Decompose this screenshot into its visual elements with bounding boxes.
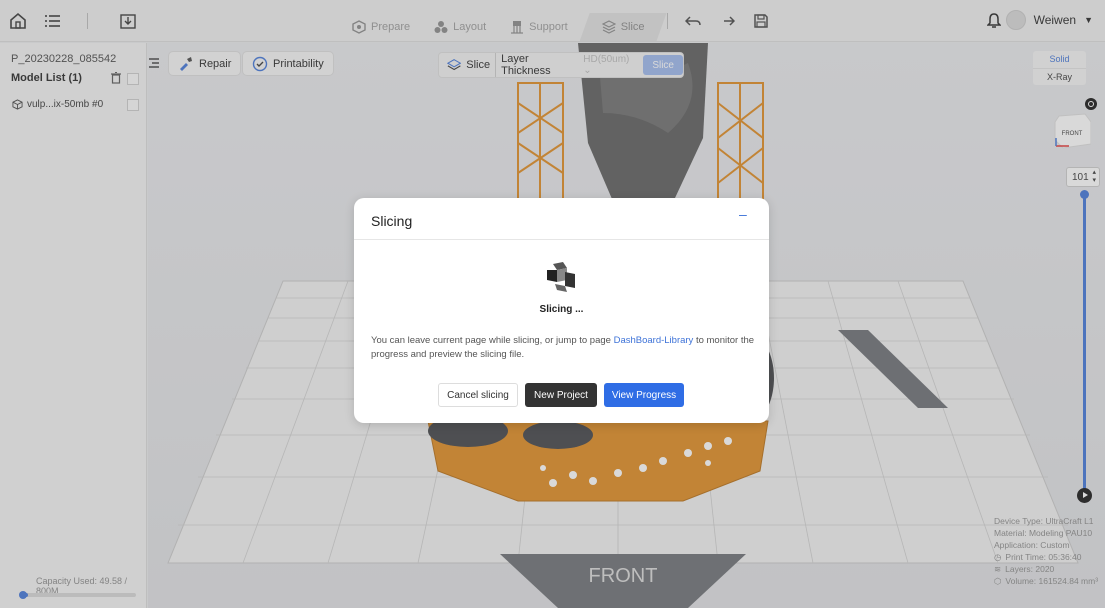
view-progress-button[interactable]: View Progress: [604, 383, 684, 407]
new-project-button[interactable]: New Project: [525, 383, 597, 407]
dialog-divider: [354, 239, 769, 240]
dashboard-library-link[interactable]: DashBoard-Library: [614, 335, 694, 346]
dialog-message: You can leave current page while slicing…: [371, 334, 761, 362]
slicing-dialog: Slicing – Slicing ... You can leave curr…: [354, 198, 769, 423]
dialog-message-pre: You can leave current page while slicing…: [371, 335, 614, 346]
cancel-slicing-button[interactable]: Cancel slicing: [438, 383, 518, 407]
slicing-status: Slicing ...: [539, 304, 584, 315]
dialog-title: Slicing: [371, 213, 413, 229]
slicing-logo-icon: [547, 262, 575, 292]
minimize-icon[interactable]: –: [739, 206, 753, 222]
